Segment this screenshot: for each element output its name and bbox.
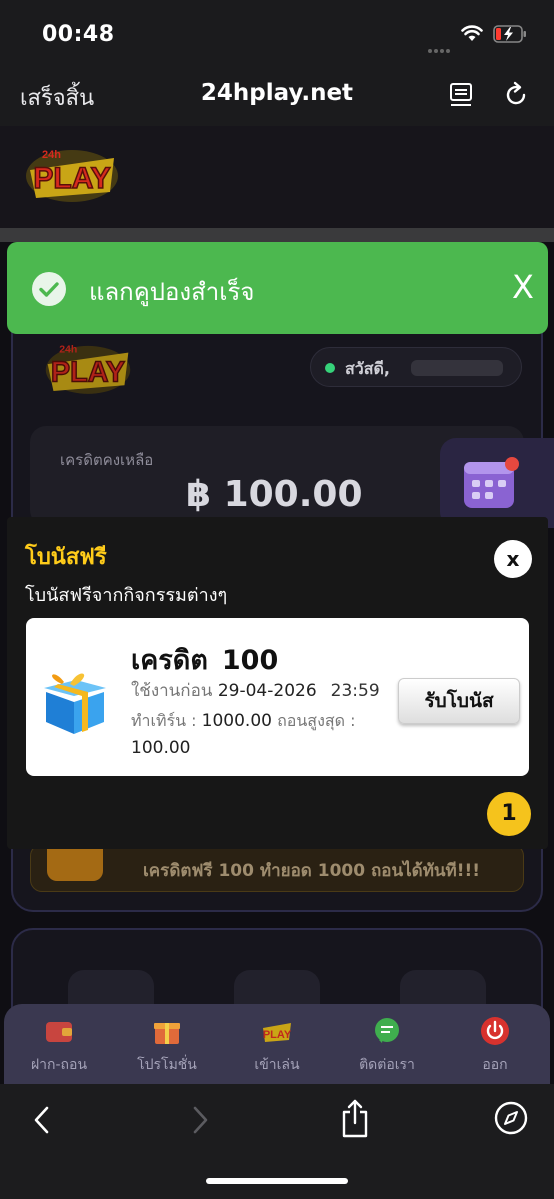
credit-label: เครดิตคงเหลือ [60,451,154,469]
modal-subtitle: โบนัสฟรีจากกิจกรรมต่างๆ [25,585,228,606]
nav-deposit-withdraw[interactable]: ฝาก-ถอน [4,1014,114,1076]
banner-text: เครดิตฟรี 100 ทำยอด 1000 ถอนได้ทันที!!! [143,861,481,881]
svg-text:PLAY: PLAY [51,356,125,388]
gift-icon [44,673,106,734]
chat-icon [375,1018,399,1043]
online-indicator [325,363,335,373]
modal-title: โบนัสฟรี [25,545,107,570]
nav-promotions[interactable]: โปรโมชั่น [112,1014,222,1076]
share-icon[interactable] [340,1098,370,1138]
svg-text:PLAY: PLAY [263,1029,292,1041]
nav-label: ฝาก-ถอน [30,1057,88,1073]
greeting-pill: สวัสดี, [310,347,522,387]
play-logo-icon: PLAY [263,1023,292,1042]
cellular-signal-icon [428,38,454,53]
forward-chevron-icon[interactable] [188,1104,212,1136]
home-indicator [206,1178,348,1184]
nav-label: เข้าเล่น [254,1057,300,1073]
modal-close-button[interactable]: x [494,540,532,578]
promo-banner[interactable]: เครดิตฟรี 100 ทำยอด 1000 ถอนได้ทันที!!! [30,844,524,892]
nav-logout[interactable]: ออก [440,1014,550,1076]
claim-bonus-button[interactable]: รับโบนัส [398,678,520,724]
nav-label: ติดต่อเรา [359,1057,415,1073]
expiry-label: ใช้งานก่อน [131,681,213,701]
svg-text:24h: 24h [59,344,77,356]
nav-play[interactable]: PLAY เข้าเล่น [222,1014,332,1076]
bonus-card: เครดิต 100 ใช้งานก่อน 29-04-2026 23:59 ทำเ… [26,618,529,776]
expiry-date: 29-04-2026 [217,681,317,701]
svg-text:PLAY: PLAY [33,162,110,195]
nav-label: ออก [482,1057,508,1073]
status-bar: 00:48 [0,0,554,64]
bonus-name: เครดิต 100 [131,638,278,681]
nav-label: โปรโมชั่น [137,1057,197,1073]
safari-toolbar [0,1084,554,1199]
reader-view-icon[interactable] [449,82,473,108]
turnover-value: 1000.00 [201,711,272,731]
bonus-name-label: เครดิต [131,645,208,676]
success-toast: แลกคูปองสำเร็จ X [7,242,548,334]
reload-icon[interactable] [502,81,530,109]
divider [0,228,554,242]
free-bonus-modal: โบนัสฟรี โบนัสฟรีจากกิจกรรมต่างๆ x เครดิ… [7,517,548,849]
svg-text:24h: 24h [42,149,61,161]
back-chevron-icon[interactable] [30,1104,54,1136]
bonus-amount: 100 [221,645,279,676]
panel-logo: PLAY 24h [45,344,131,394]
check-circle-icon [32,272,66,306]
gift-box-icon [154,1023,180,1044]
wifi-icon [461,25,483,41]
username-redacted [411,360,503,376]
credit-amount: ฿ 100.00 [186,474,363,515]
wallet-icon [46,1022,72,1042]
bonus-expiry: ใช้งานก่อน 29-04-2026 23:59 [131,677,380,704]
greeting-text: สวัสดี, [345,359,390,378]
browser-toolbar: เสร็จสิ้น 24hplay.net [0,64,554,126]
power-icon [481,1017,509,1045]
turnover-label: ทำเทิร์น : [131,711,197,730]
status-time: 00:48 [42,22,115,47]
site-logo[interactable]: PLAY 24h [22,140,122,206]
banner-gift-icon [47,847,103,881]
max-withdraw-value: 100.00 [131,738,191,758]
toast-message: แลกคูปองสำเร็จ [89,278,255,306]
page-number-badge[interactable]: 1 [487,792,531,836]
calendar-icon [464,457,519,508]
toast-close-button[interactable]: X [503,268,543,306]
nav-contact[interactable]: ติดต่อเรา [332,1014,442,1076]
compass-icon[interactable] [494,1101,528,1135]
expiry-time: 23:59 [330,681,380,701]
bonus-terms: ทำเทิร์น : 1000.00 ถอนสูงสุด : [131,709,356,734]
battery-icon [493,25,526,43]
max-withdraw-label: ถอนสูงสุด : [277,711,356,730]
site-bottom-nav: ฝาก-ถอน โปรโมชั่น PLAY เข้าเล่น ติดต่อเร… [4,1004,550,1084]
